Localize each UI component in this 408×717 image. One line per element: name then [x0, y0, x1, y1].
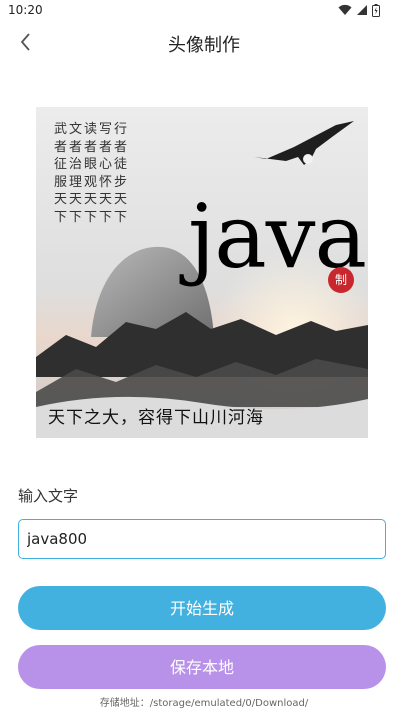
- signal-icon: [357, 5, 367, 15]
- seal-stamp: 制: [328, 267, 354, 293]
- status-icons: [338, 3, 380, 17]
- input-label: 输入文字: [18, 487, 79, 505]
- avatar-preview: 武文读写行 者者者者者 征治眼心徒 服理观怀步 天天天天天 下下下下下 java…: [36, 107, 368, 438]
- wifi-icon: [338, 4, 352, 15]
- status-time: 10:20: [8, 3, 43, 17]
- text-input[interactable]: [18, 519, 386, 559]
- generate-button[interactable]: 开始生成: [18, 586, 386, 630]
- poem-text: 武文读写行 者者者者者 征治眼心徒 服理观怀步 天天天天天 下下下下下: [54, 122, 130, 225]
- page-title: 头像制作: [168, 35, 240, 56]
- save-button[interactable]: 保存本地: [18, 645, 386, 689]
- save-path-text: 存储地址：/storage/emulated/0/Download/: [99, 698, 309, 709]
- battery-icon: [372, 3, 380, 17]
- status-bar: 10:20: [0, 0, 408, 22]
- nav-bar: 头像制作: [0, 22, 408, 62]
- slogan-text: 天下之大，容得下山川河海: [48, 408, 264, 428]
